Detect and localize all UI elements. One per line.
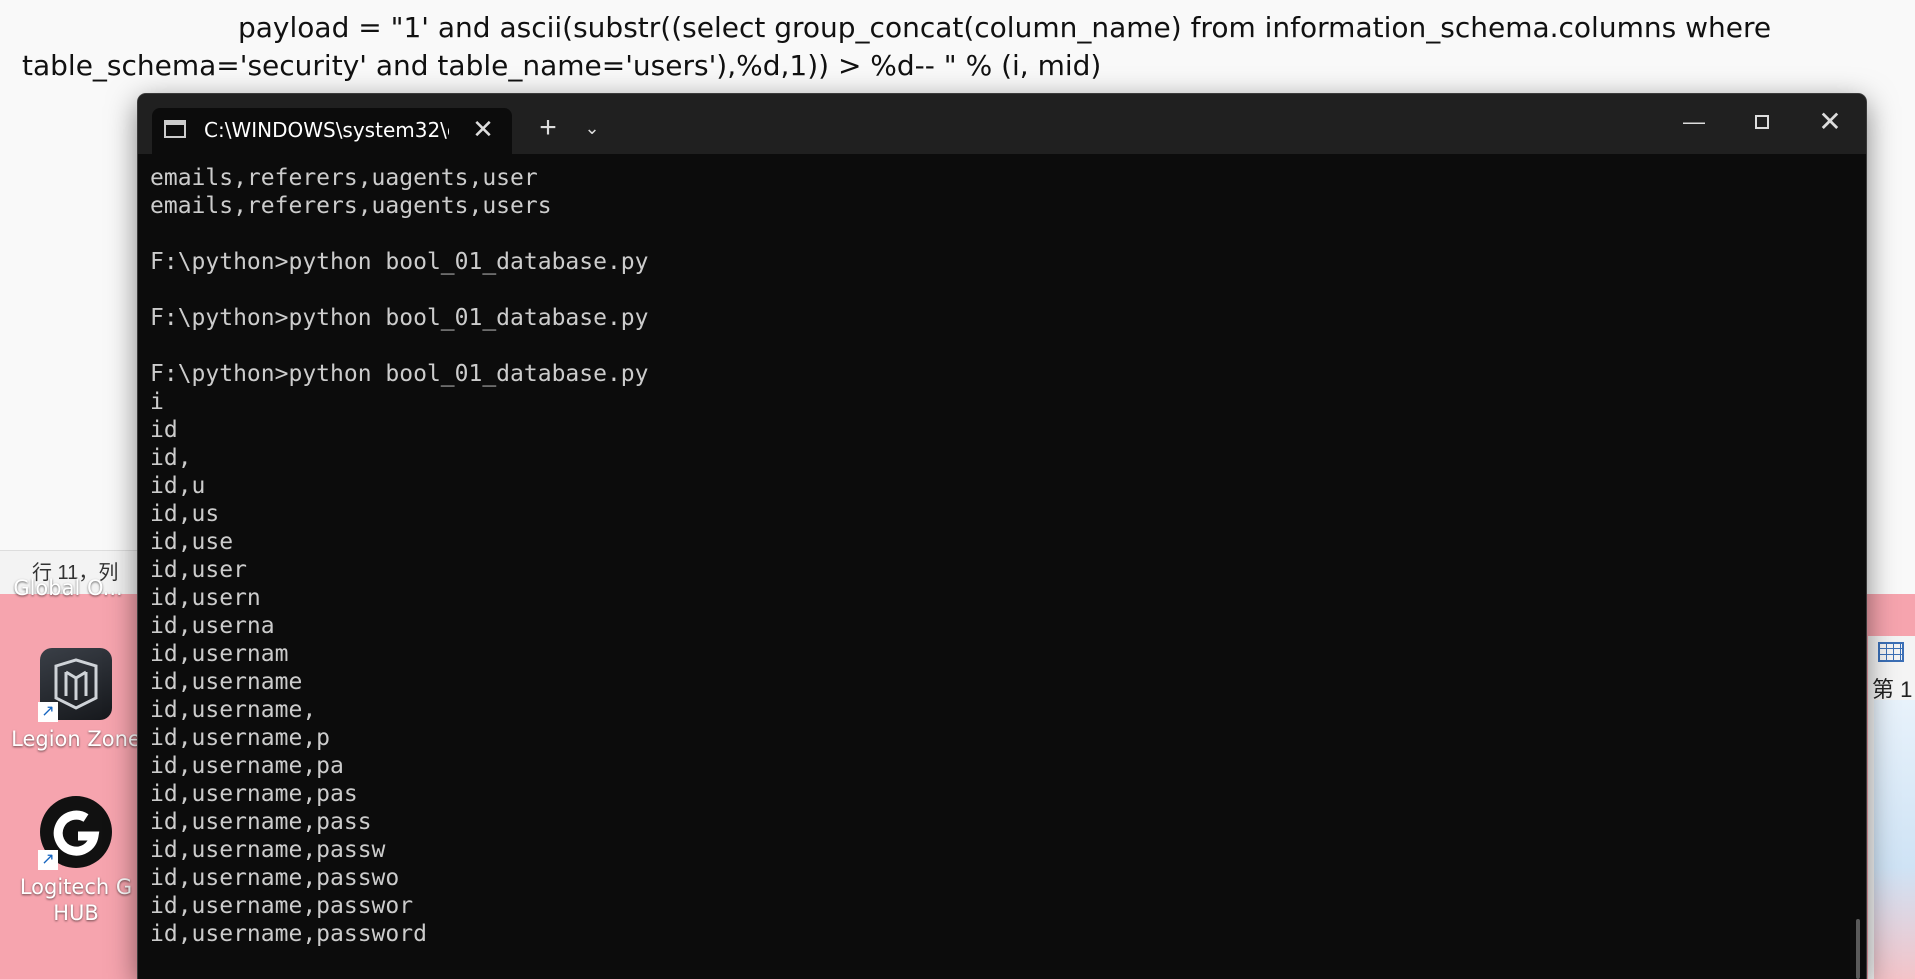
desktop-icon-label: Global O...: [13, 576, 123, 600]
minimize-button[interactable]: —: [1664, 102, 1724, 142]
console-line: id,usernam: [150, 641, 289, 667]
tab-dropdown-button[interactable]: ⌄: [574, 110, 610, 146]
terminal-window[interactable]: C:\WINDOWS\system32\cmd.exe ✕ + ⌄ — ✕ em…: [138, 94, 1866, 979]
table-grid-icon[interactable]: [1878, 642, 1904, 662]
background-window-fragment: 第 1: [1868, 636, 1915, 979]
desktop-icon-legion-zone[interactable]: ↗ Legion Zone: [8, 648, 144, 752]
console-line: id,username,passwo: [150, 865, 400, 891]
terminal-tab[interactable]: C:\WINDOWS\system32\cmd.exe ✕: [152, 108, 512, 154]
console-line: id,userna: [150, 613, 275, 639]
maximize-icon: [1755, 114, 1769, 129]
console-line: id,us: [150, 501, 220, 527]
console-line: id,u: [150, 473, 206, 499]
code-line: table_schema='security' and table_name='…: [22, 49, 1102, 82]
console-line: id,user: [150, 557, 247, 583]
desktop-icon-label: Legion Zone: [11, 727, 141, 751]
console-line: F:\python>python bool_01_database.py: [150, 249, 649, 275]
console-icon: [164, 120, 186, 138]
console-line: id: [150, 417, 178, 443]
console-line: F:\python>python bool_01_database.py: [150, 361, 649, 387]
console-line: id,username,: [150, 697, 317, 723]
console-line: id,username,password: [150, 921, 427, 947]
code-line: payload = "1' and ascii(substr((select g…: [238, 11, 1772, 44]
console-line: F:\python>python bool_01_database.py: [150, 305, 649, 331]
shortcut-arrow-icon: ↗: [38, 850, 58, 870]
console-line: id,username,passwor: [150, 893, 414, 919]
console-line: id,use: [150, 529, 234, 555]
console-line: id,username,passw: [150, 837, 386, 863]
new-tab-button[interactable]: +: [528, 110, 568, 146]
console-output[interactable]: emails,referers,uagents,user emails,refer…: [150, 164, 1846, 979]
desktop-icon-label: Logitech G HUB: [19, 875, 133, 925]
close-window-button[interactable]: ✕: [1800, 102, 1860, 142]
console-line: emails,referers,uagents,users: [150, 193, 552, 219]
desktop-icon-logitech-g-hub[interactable]: ↗ Logitech G HUB: [8, 796, 144, 926]
console-line: id,username: [150, 669, 303, 695]
console-line: id,username,pa: [150, 753, 344, 779]
console-line: id,usern: [150, 585, 261, 611]
console-line: emails,referers,uagents,user: [150, 165, 538, 191]
scrollbar[interactable]: [1856, 919, 1860, 979]
legion-zone-icon: ↗: [38, 648, 112, 722]
close-tab-button[interactable]: ✕: [468, 114, 498, 144]
wallpaper-art: [1874, 700, 1915, 979]
shortcut-arrow-icon: ↗: [38, 702, 58, 722]
maximize-button[interactable]: [1732, 102, 1792, 142]
console-line: id,username,pas: [150, 781, 358, 807]
logitech-g-icon: ↗: [38, 796, 112, 870]
console-line: id,username,pass: [150, 809, 372, 835]
console-line: id,: [150, 445, 192, 471]
console-line: id,username,p: [150, 725, 331, 751]
tab-title: C:\WINDOWS\system32\cmd.exe: [204, 118, 449, 142]
terminal-titlebar[interactable]: C:\WINDOWS\system32\cmd.exe ✕ + ⌄ — ✕: [138, 94, 1866, 154]
console-line: i: [150, 389, 164, 415]
desktop-icon-partial[interactable]: Global O...: [0, 575, 136, 601]
